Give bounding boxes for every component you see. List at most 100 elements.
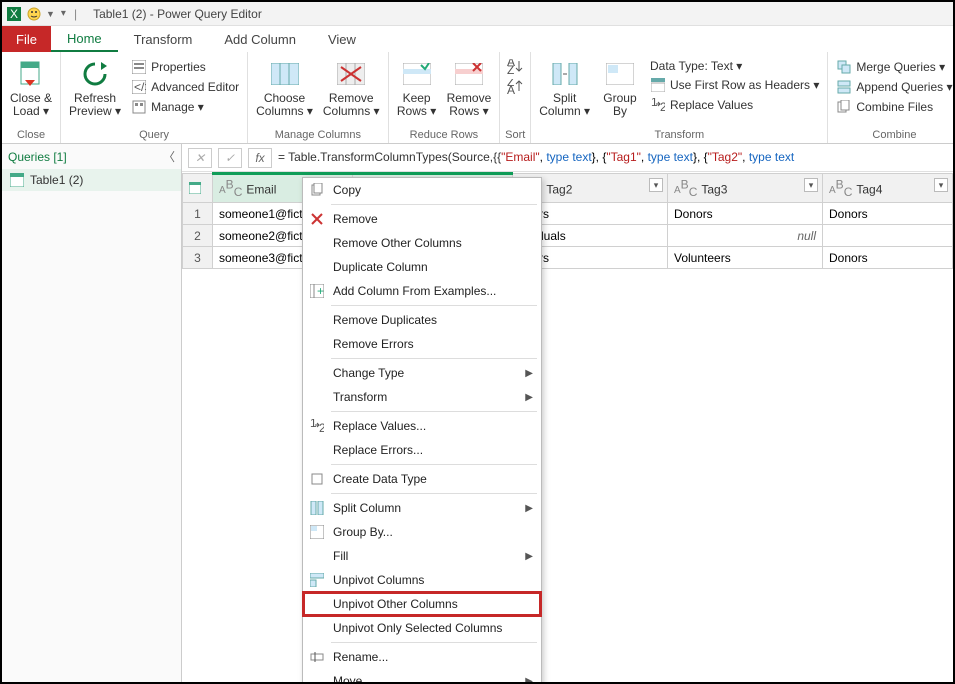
ctx-group-by[interactable]: Group By...	[303, 520, 541, 544]
ribbon: Close & Load ▾ Close Refresh Preview ▾ P…	[2, 52, 953, 144]
add-column-tab[interactable]: Add Column	[208, 26, 312, 52]
manage-icon	[131, 99, 147, 115]
remove-columns-button[interactable]: Remove Columns ▾	[319, 56, 384, 120]
ctx-fill[interactable]: Fill▶	[303, 544, 541, 568]
window-title: Table1 (2) - Power Query Editor	[93, 7, 262, 21]
merge-queries-button[interactable]: Merge Queries ▾	[832, 58, 955, 76]
table-row[interactable]: 3 someone3@fictio onors Volunteers Donor…	[183, 247, 953, 269]
append-icon	[836, 79, 852, 95]
ctx-remove[interactable]: Remove	[303, 207, 541, 231]
group-by-icon	[309, 524, 325, 540]
submenu-arrow-icon: ▶	[525, 551, 533, 562]
ctx-duplicate-column[interactable]: Duplicate Column	[303, 255, 541, 279]
submenu-arrow-icon: ▶	[525, 503, 533, 514]
group-by-button[interactable]: Group By	[596, 56, 644, 120]
table-row[interactable]: 1 someone1@fictio onors Donors Donors	[183, 203, 953, 225]
ctx-move[interactable]: Move▶	[303, 669, 541, 682]
ribbon-group-close: Close & Load ▾ Close	[2, 52, 61, 143]
query-item[interactable]: Table1 (2)	[2, 169, 181, 191]
group-by-icon	[604, 58, 636, 90]
ribbon-group-combine: Merge Queries ▾ Append Queries ▾ Combine…	[828, 52, 955, 143]
formula-bar: ✕ ✓ fx = Table.TransformColumnTypes(Sour…	[182, 144, 953, 172]
split-column-icon	[309, 500, 325, 516]
smiley-icon[interactable]	[26, 6, 42, 22]
append-queries-button[interactable]: Append Queries ▾	[832, 78, 955, 96]
replace-values-icon: 12	[309, 418, 325, 434]
queries-pane-header[interactable]: Queries [1] 〈	[2, 144, 181, 169]
close-load-button[interactable]: Close & Load ▾	[6, 56, 56, 120]
combine-files-button[interactable]: Combine Files	[832, 98, 955, 116]
dropdown-icon[interactable]: ▼	[46, 9, 55, 19]
table-row[interactable]: 2 someone2@fictio dividuals null	[183, 225, 953, 247]
refresh-icon	[79, 58, 111, 90]
ctx-unpivot-selected-columns[interactable]: Unpivot Only Selected Columns	[303, 616, 541, 640]
ribbon-group-label: Transform	[535, 127, 823, 143]
ctx-split-column[interactable]: Split Column▶	[303, 496, 541, 520]
formula-text[interactable]: = Table.TransformColumnTypes(Source,{{"E…	[278, 150, 947, 165]
ribbon-group-label: Reduce Rows	[393, 127, 496, 143]
title-bar: X ▼ ▾ | Table1 (2) - Power Query Editor	[2, 2, 953, 26]
refresh-preview-button[interactable]: Refresh Preview ▾	[65, 56, 125, 120]
properties-button[interactable]: Properties	[127, 58, 243, 76]
replace-values-button[interactable]: 12Replace Values	[646, 96, 823, 114]
filter-dropdown-icon[interactable]: ▾	[804, 178, 818, 192]
ctx-copy[interactable]: Copy	[303, 178, 541, 202]
collapse-pane-icon[interactable]: 〈	[163, 148, 175, 165]
ctx-rename[interactable]: Rename...	[303, 645, 541, 669]
workspace: Queries [1] 〈 Table1 (2) ✕ ✓ fx = Table.…	[2, 144, 953, 682]
merge-icon	[836, 59, 852, 75]
data-grid[interactable]: ABCEmail▾ ABCTag1▾ ABCTag2▾ ABCTag3▾ ABC…	[182, 172, 953, 682]
ctx-transform[interactable]: Transform▶	[303, 385, 541, 409]
data-type-button[interactable]: Data Type: Text ▾	[646, 58, 823, 74]
ctx-add-column-examples[interactable]: +Add Column From Examples...	[303, 279, 541, 303]
submenu-arrow-icon: ▶	[525, 392, 533, 403]
accept-formula-button[interactable]: ✓	[218, 148, 242, 168]
ctx-replace-values[interactable]: 12Replace Values...	[303, 414, 541, 438]
choose-columns-button[interactable]: Choose Columns ▾	[252, 56, 317, 120]
ctx-replace-errors[interactable]: Replace Errors...	[303, 438, 541, 462]
remove-rows-icon	[453, 58, 485, 90]
remove-columns-icon	[335, 58, 367, 90]
keep-rows-button[interactable]: Keep Rows ▾	[393, 56, 441, 120]
ctx-unpivot-other-columns[interactable]: Unpivot Other Columns	[303, 592, 541, 616]
corner-cell[interactable]	[183, 174, 213, 203]
keep-rows-icon	[401, 58, 433, 90]
menu-bar: File Home Transform Add Column View	[2, 26, 953, 52]
file-tab[interactable]: File	[2, 26, 51, 52]
svg-text:+: +	[317, 284, 324, 298]
ctx-remove-duplicates[interactable]: Remove Duplicates	[303, 308, 541, 332]
cancel-formula-button[interactable]: ✕	[188, 148, 212, 168]
sort-desc-button[interactable]: ZA	[506, 78, 524, 96]
submenu-arrow-icon: ▶	[525, 676, 533, 683]
properties-icon	[131, 59, 147, 75]
ctx-create-data-type[interactable]: Create Data Type	[303, 467, 541, 491]
svg-text:</>: </>	[134, 80, 146, 94]
transform-tab[interactable]: Transform	[118, 26, 209, 52]
choose-columns-icon	[269, 58, 301, 90]
ctx-change-type[interactable]: Change Type▶	[303, 361, 541, 385]
sort-asc-button[interactable]: AZ	[506, 58, 524, 76]
column-header-tag4[interactable]: ABCTag4▾	[823, 174, 953, 203]
manage-button[interactable]: Manage ▾	[127, 98, 243, 116]
split-column-button[interactable]: Split Column ▾	[535, 56, 594, 120]
ctx-unpivot-columns[interactable]: Unpivot Columns	[303, 568, 541, 592]
table-icon	[189, 182, 206, 194]
ribbon-group-label: Combine	[832, 127, 955, 143]
ctx-remove-errors[interactable]: Remove Errors	[303, 332, 541, 356]
filter-dropdown-icon[interactable]: ▾	[649, 178, 663, 192]
filter-dropdown-icon[interactable]: ▾	[934, 178, 948, 192]
first-row-headers-button[interactable]: Use First Row as Headers ▾	[646, 76, 823, 94]
column-header-tag3[interactable]: ABCTag3▾	[668, 174, 823, 203]
fx-button[interactable]: fx	[248, 148, 272, 168]
svg-text:Z: Z	[507, 63, 514, 75]
ribbon-group-label: Manage Columns	[252, 127, 383, 143]
unpivot-icon	[309, 572, 325, 588]
view-tab[interactable]: View	[312, 26, 372, 52]
context-menu: Copy Remove Remove Other Columns Duplica…	[302, 177, 542, 682]
home-tab[interactable]: Home	[51, 26, 118, 52]
ctx-remove-other-columns[interactable]: Remove Other Columns	[303, 231, 541, 255]
remove-rows-button[interactable]: Remove Rows ▾	[443, 56, 496, 120]
quickbar-overflow[interactable]: ▾	[61, 8, 66, 19]
advanced-editor-button[interactable]: </>Advanced Editor	[127, 78, 243, 96]
submenu-arrow-icon: ▶	[525, 368, 533, 379]
